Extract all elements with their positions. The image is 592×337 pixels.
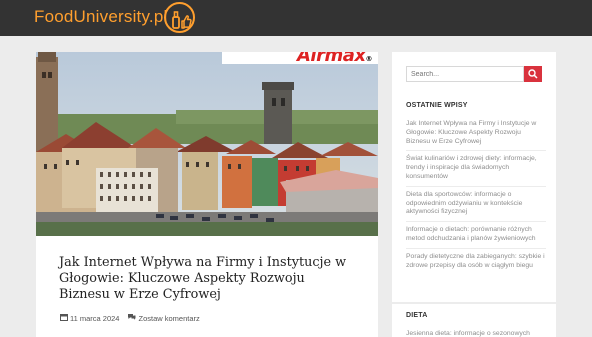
comment-link[interactable]: Zostaw komentarz — [138, 314, 199, 323]
search-input[interactable] — [406, 66, 524, 82]
post-title[interactable]: Jak Internet Wpływa na Firmy i Instytucj… — [59, 255, 359, 303]
top-navbar: FoodUniversity.pl — [0, 0, 592, 36]
recent-posts-heading: OSTATNIE WPISY — [406, 102, 468, 109]
comments-icon — [127, 313, 136, 323]
list-item: Świat kulinariów i zdrowej diety: inform… — [406, 155, 546, 187]
search-form — [406, 66, 542, 82]
recent-post-link[interactable]: Porady dietetyczne dla zabieganych: szyb… — [406, 253, 546, 271]
site-logo-text[interactable]: FoodUniversity.pl — [34, 7, 167, 27]
search-button[interactable] — [524, 66, 542, 82]
sidebar-diet-section: DIETA Jesienna dieta: informacje o sezon… — [392, 304, 556, 337]
city-panorama-image — [36, 52, 378, 236]
ad-banner[interactable]: Airmax® — [222, 52, 378, 66]
search-icon — [528, 69, 538, 79]
recent-posts-list: Jak Internet Wpływa na Firmy i Instytucj… — [406, 120, 546, 278]
list-item: Jak Internet Wpływa na Firmy i Instytucj… — [406, 120, 546, 152]
recent-post-link[interactable]: Jak Internet Wpływa na Firmy i Instytucj… — [406, 120, 546, 146]
list-item: Dieta dla sportowców: informacje o odpow… — [406, 191, 546, 223]
list-item: Porady dietetyczne dla zabieganych: szyb… — [406, 253, 546, 275]
recent-post-link[interactable]: Dieta dla sportowców: informacje o odpow… — [406, 191, 546, 217]
article-featured-image[interactable]: Airmax® — [36, 52, 378, 236]
recent-post-link[interactable]: Świat kulinariów i zdrowej diety: inform… — [406, 155, 546, 181]
post-meta: 11 marca 2024 Zostaw komentarz — [60, 313, 200, 323]
post-date[interactable]: 11 marca 2024 — [70, 314, 119, 323]
calendar-icon — [60, 313, 68, 323]
diet-post-link[interactable]: Jesienna dieta: informacje o sezonowych — [406, 330, 530, 337]
recent-post-link[interactable]: Informacje o dietach: porównanie różnych… — [406, 226, 546, 244]
sidebar: OSTATNIE WPISY Jak Internet Wpływa na Fi… — [392, 52, 556, 302]
list-item: Informacje o dietach: porównanie różnych… — [406, 226, 546, 249]
diet-heading: DIETA — [406, 312, 428, 319]
article-card: Airmax® Jak Internet Wpływa na Firmy i I… — [36, 52, 378, 337]
bottle-thumbs-up-icon[interactable] — [164, 2, 195, 33]
